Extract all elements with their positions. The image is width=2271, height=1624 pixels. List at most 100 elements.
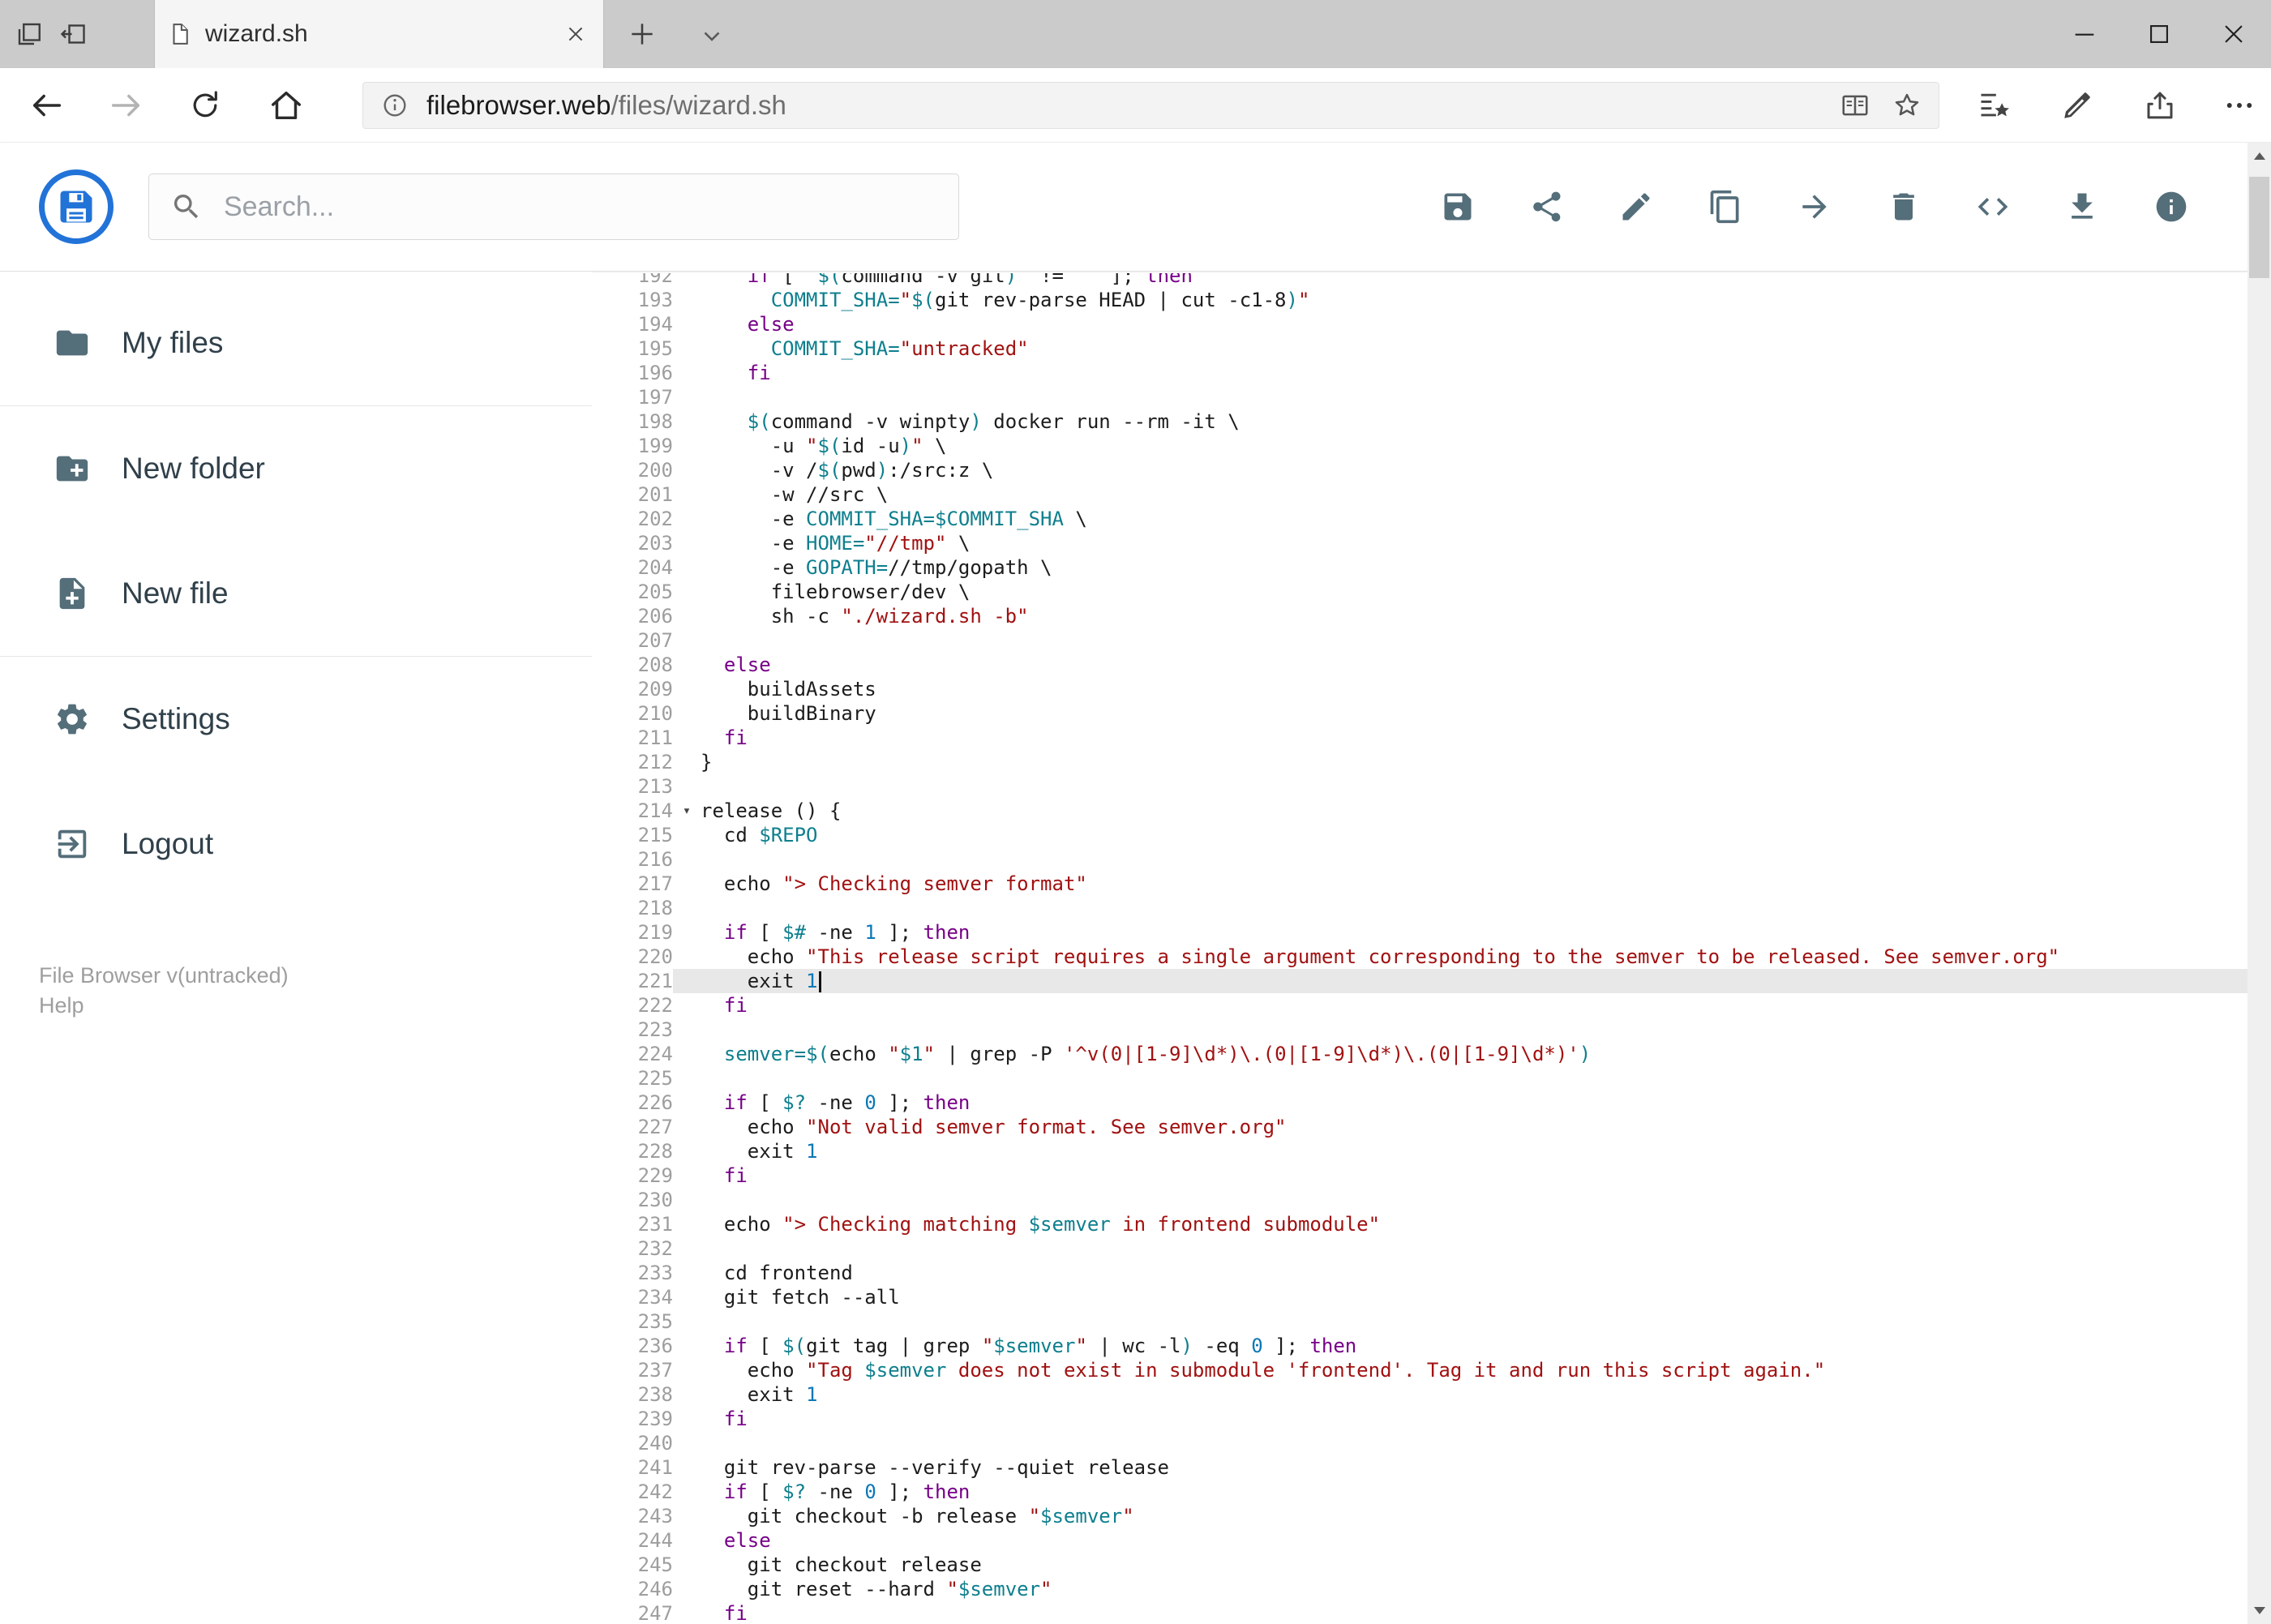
code-line-196[interactable]: 196 fi — [592, 361, 2247, 385]
code-line-237[interactable]: 237 echo "Tag $semver does not exist in … — [592, 1358, 2247, 1382]
home-button[interactable] — [268, 87, 305, 124]
code-line-232[interactable]: 232 — [592, 1236, 2247, 1261]
code-line-226[interactable]: 226 if [ $? -ne 0 ]; then — [592, 1091, 2247, 1115]
code-line-221[interactable]: 221 exit 1 — [592, 969, 2247, 993]
site-info-button[interactable] — [378, 88, 412, 122]
annotate-button[interactable] — [2059, 87, 2096, 124]
code-line-208[interactable]: 208 else — [592, 653, 2247, 677]
code-line-217[interactable]: 217 echo "> Checking semver format" — [592, 872, 2247, 896]
code-line-229[interactable]: 229 fi — [592, 1163, 2247, 1188]
code-line-212[interactable]: 212} — [592, 750, 2247, 774]
set-tabs-aside-button[interactable] — [54, 15, 92, 54]
code-line-233[interactable]: 233 cd frontend — [592, 1261, 2247, 1285]
back-button[interactable] — [28, 87, 66, 124]
scrollbar[interactable] — [2247, 143, 2271, 1624]
code-line-223[interactable]: 223 — [592, 1018, 2247, 1042]
move-button[interactable] — [1797, 189, 1832, 225]
filebrowser-logo[interactable] — [39, 169, 114, 244]
code-line-230[interactable]: 230 — [592, 1188, 2247, 1212]
code-line-234[interactable]: 234 git fetch --all — [592, 1285, 2247, 1309]
code-line-242[interactable]: 242 if [ $? -ne 0 ]; then — [592, 1480, 2247, 1504]
code-line-197[interactable]: 197 — [592, 385, 2247, 409]
close-button[interactable] — [2196, 0, 2271, 68]
code-line-210[interactable]: 210 buildBinary — [592, 701, 2247, 726]
code-line-214[interactable]: 214 ▾ release () { — [592, 799, 2247, 823]
add-favorite-button[interactable] — [1890, 88, 1924, 122]
code-line-222[interactable]: 222 fi — [592, 993, 2247, 1018]
search-box[interactable] — [148, 174, 959, 240]
code-line-228[interactable]: 228 exit 1 — [592, 1139, 2247, 1163]
save-button[interactable] — [1440, 189, 1476, 225]
address-bar[interactable]: filebrowser.web/files/wizard.sh — [362, 82, 1939, 129]
rename-button[interactable] — [1618, 189, 1654, 225]
maximize-button[interactable] — [2122, 0, 2196, 68]
copy-button[interactable] — [1708, 189, 1743, 225]
code-line-220[interactable]: 220 echo "This release script requires a… — [592, 945, 2247, 969]
code-line-235[interactable]: 235 — [592, 1309, 2247, 1334]
code-line-200[interactable]: 200 -v /$(pwd):/src:z \ — [592, 458, 2247, 482]
code-line-224[interactable]: 224 semver=$(echo "$1" | grep -P '^v(0|[… — [592, 1042, 2247, 1066]
code-line-247[interactable]: 247 fi — [592, 1601, 2247, 1624]
scroll-thumb[interactable] — [2249, 177, 2269, 278]
share-button[interactable] — [2141, 87, 2179, 124]
code-line-215[interactable]: 215 cd $REPO — [592, 823, 2247, 847]
code-line-238[interactable]: 238 exit 1 — [592, 1382, 2247, 1407]
code-line-227[interactable]: 227 echo "Not valid semver format. See s… — [592, 1115, 2247, 1139]
refresh-button[interactable] — [186, 87, 224, 124]
help-link[interactable]: Help — [39, 991, 289, 1021]
code-line-195[interactable]: 195 COMMIT_SHA="untracked" — [592, 336, 2247, 361]
code-line-193[interactable]: 193 COMMIT_SHA="$(git rev-parse HEAD | c… — [592, 288, 2247, 312]
sidebar-item-settings[interactable]: Settings — [0, 657, 592, 782]
reading-view-button[interactable] — [1838, 88, 1872, 122]
code-line-211[interactable]: 211 fi — [592, 726, 2247, 750]
code-line-202[interactable]: 202 -e COMMIT_SHA=$COMMIT_SHA \ — [592, 507, 2247, 531]
code-line-236[interactable]: 236 if [ $(git tag | grep "$semver" | wc… — [592, 1334, 2247, 1358]
code-line-198[interactable]: 198 $(command -v winpty) docker run --rm… — [592, 409, 2247, 434]
code-line-243[interactable]: 243 git checkout -b release "$semver" — [592, 1504, 2247, 1528]
code-editor[interactable]: 192 if [ "$(command -v git)" != "" ]; th… — [592, 273, 2247, 1624]
code-line-192[interactable]: 192 if [ "$(command -v git)" != "" ]; th… — [592, 273, 2247, 288]
code-line-245[interactable]: 245 git checkout release — [592, 1553, 2247, 1577]
code-line-207[interactable]: 207 — [592, 628, 2247, 653]
sidebar-item-logout[interactable]: Logout — [0, 782, 592, 906]
code-line-225[interactable]: 225 — [592, 1066, 2247, 1091]
search-input[interactable] — [224, 191, 905, 223]
info-button[interactable] — [2153, 189, 2189, 225]
file-share-button[interactable] — [1529, 189, 1565, 225]
sidebar-item-new-folder[interactable]: New folder — [0, 406, 592, 531]
delete-button[interactable] — [1886, 189, 1922, 225]
code-line-213[interactable]: 213 — [592, 774, 2247, 799]
favorites-hub-button[interactable] — [1976, 87, 2013, 124]
code-line-201[interactable]: 201 -w //src \ — [592, 482, 2247, 507]
tab-list-dropdown[interactable] — [694, 18, 730, 54]
scroll-up-button[interactable] — [2247, 144, 2271, 168]
more-options-button[interactable] — [2221, 87, 2258, 124]
code-line-246[interactable]: 246 git reset --hard "$semver" — [592, 1577, 2247, 1601]
browser-tab[interactable]: wizard.sh — [154, 0, 604, 68]
code-line-241[interactable]: 241 git rev-parse --verify --quiet relea… — [592, 1455, 2247, 1480]
forward-button[interactable] — [107, 87, 144, 124]
code-line-209[interactable]: 209 buildAssets — [592, 677, 2247, 701]
sidebar-item-new-file[interactable]: New file — [0, 531, 592, 656]
download-button[interactable] — [2064, 189, 2100, 225]
code-line-216[interactable]: 216 — [592, 847, 2247, 872]
code-line-203[interactable]: 203 -e HOME="//tmp" \ — [592, 531, 2247, 555]
new-tab-button[interactable] — [624, 16, 660, 52]
tab-preview-button[interactable] — [10, 15, 49, 54]
code-line-206[interactable]: 206 sh -c "./wizard.sh -b" — [592, 604, 2247, 628]
sidebar-item-my-files[interactable]: My files — [0, 281, 592, 405]
code-line-194[interactable]: 194 else — [592, 312, 2247, 336]
minimize-button[interactable] — [2047, 0, 2122, 68]
code-line-218[interactable]: 218 — [592, 896, 2247, 920]
code-line-231[interactable]: 231 echo "> Checking matching $semver in… — [592, 1212, 2247, 1236]
fold-marker-icon[interactable]: ▾ — [673, 799, 701, 823]
code-line-244[interactable]: 244 else — [592, 1528, 2247, 1553]
code-line-199[interactable]: 199 -u "$(id -u)" \ — [592, 434, 2247, 458]
tab-close-button[interactable] — [561, 19, 590, 49]
code-line-205[interactable]: 205 filebrowser/dev \ — [592, 580, 2247, 604]
source-view-button[interactable] — [1975, 189, 2011, 225]
code-line-239[interactable]: 239 fi — [592, 1407, 2247, 1431]
code-line-240[interactable]: 240 — [592, 1431, 2247, 1455]
scroll-down-button[interactable] — [2247, 1599, 2271, 1622]
code-line-204[interactable]: 204 -e GOPATH=//tmp/gopath \ — [592, 555, 2247, 580]
